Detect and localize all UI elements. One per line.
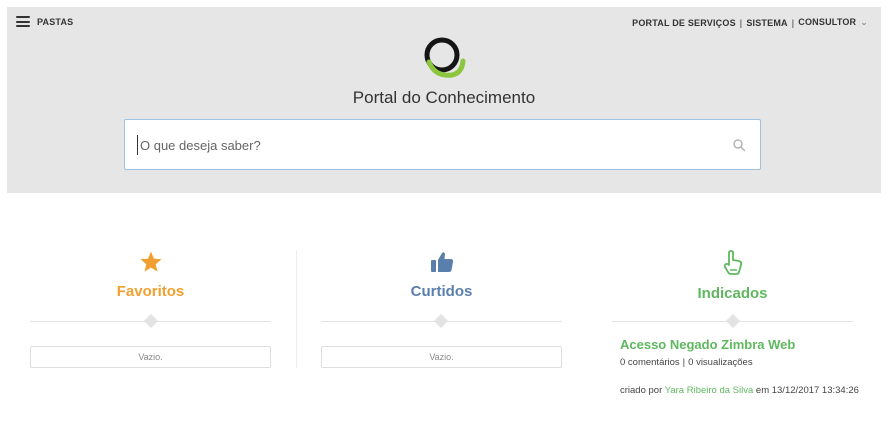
search-box <box>124 119 761 170</box>
portal-logo <box>424 37 466 78</box>
thumbs-up-icon <box>430 252 453 272</box>
article-views: 0 visualizações <box>688 357 753 368</box>
folders-menu-button[interactable]: PASTAS <box>16 16 73 27</box>
search-icon[interactable] <box>732 138 746 152</box>
author-link[interactable]: Yara Ribeiro da Silva <box>665 385 754 396</box>
hamburger-icon <box>16 16 30 27</box>
favorites-title: Favoritos <box>116 283 185 300</box>
liked-title: Curtidos <box>410 283 473 300</box>
article-comments: 0 comentários <box>620 357 680 368</box>
recommended-divider-diamond <box>725 313 741 329</box>
chevron-down-icon: ⌄ <box>860 17 868 27</box>
page-title: Portal do Conhecimento <box>352 88 536 107</box>
favorites-empty: Vazio. <box>30 346 271 368</box>
top-navigation: PORTAL DE SERVIÇOS | SISTEMA | CONSULTOR… <box>632 17 868 28</box>
consultor-dropdown[interactable]: CONSULTOR ⌄ <box>798 17 868 28</box>
article-created-info: criado por Yara Ribeiro da Silva em 13/1… <box>620 385 860 397</box>
recommended-title: Indicados <box>697 285 768 302</box>
favorites-section: Favoritos <box>30 250 271 300</box>
folders-menu-label: PASTAS <box>37 16 74 27</box>
liked-section: Curtidos <box>321 250 562 300</box>
nav-separator: | <box>791 17 795 28</box>
recommended-article-link[interactable]: Acesso Negado Zimbra Web <box>620 337 795 352</box>
article-meta-separator: | <box>682 357 686 368</box>
favorites-divider-diamond <box>143 313 159 329</box>
liked-divider-diamond <box>433 313 449 329</box>
consultor-label: CONSULTOR <box>798 17 857 27</box>
created-date: em 13/12/2017 13:34:26 <box>755 385 859 396</box>
header: PASTAS PORTAL DE SERVIÇOS | SISTEMA | CO… <box>7 7 881 193</box>
created-prefix: criado por <box>620 385 663 396</box>
liked-empty: Vazio. <box>321 346 562 368</box>
column-separator <box>296 250 297 368</box>
pointing-hand-icon <box>723 250 742 275</box>
sistema-link[interactable]: SISTEMA <box>746 18 787 28</box>
search-input[interactable] <box>137 135 697 155</box>
portal-servicos-link[interactable]: PORTAL DE SERVIÇOS <box>632 18 736 28</box>
star-icon <box>140 251 161 272</box>
recommended-section: Indicados <box>612 250 853 302</box>
article-stats: 0 comentários | 0 visualizações <box>620 357 753 368</box>
nav-separator: | <box>739 17 743 28</box>
